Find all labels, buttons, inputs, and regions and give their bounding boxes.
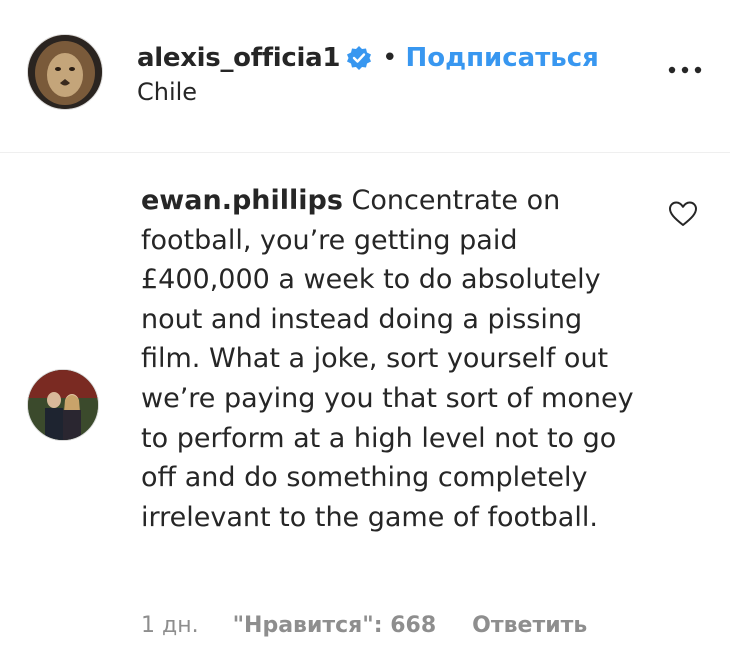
follow-button[interactable]: Подписаться bbox=[405, 43, 598, 73]
commenter-photo-icon bbox=[28, 370, 98, 440]
heart-outline-icon[interactable] bbox=[668, 200, 698, 228]
more-options-icon[interactable] bbox=[665, 60, 705, 80]
comment-body: ewan.phillips Concentrate on football, y… bbox=[141, 181, 641, 537]
comment-meta: 1 дн. "Нравится": 668 Ответить bbox=[141, 607, 587, 643]
header-title-row: alexis_officia1 • Подписаться bbox=[137, 38, 599, 78]
commenter-avatar[interactable] bbox=[27, 369, 99, 441]
commenter-username[interactable]: ewan.phillips bbox=[141, 185, 343, 216]
verified-badge-icon bbox=[346, 45, 372, 71]
comment-text: Concentrate on football, you’re getting … bbox=[141, 185, 634, 533]
lion-avatar-icon bbox=[28, 35, 102, 109]
account-avatar[interactable] bbox=[27, 34, 103, 110]
separator-dot: • bbox=[382, 43, 398, 73]
location-link[interactable]: Chile bbox=[137, 78, 197, 106]
comment-timestamp[interactable]: 1 дн. bbox=[141, 613, 199, 638]
reply-button[interactable]: Ответить bbox=[472, 613, 587, 638]
account-username[interactable]: alexis_officia1 bbox=[137, 43, 340, 73]
post-header: alexis_officia1 • Подписаться Chile bbox=[0, 0, 730, 152]
comment-likes-count[interactable]: "Нравится": 668 bbox=[233, 613, 437, 638]
header-divider bbox=[0, 152, 730, 153]
